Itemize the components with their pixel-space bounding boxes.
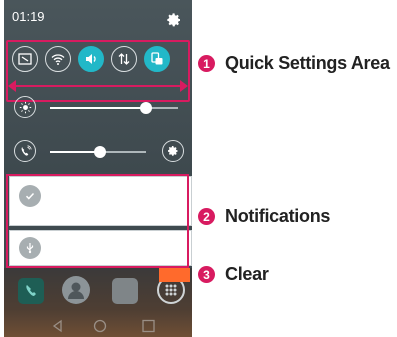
callout-quick-settings: 1 Quick Settings Area bbox=[198, 53, 390, 74]
messaging-app-icon[interactable] bbox=[112, 278, 138, 304]
volume-slider[interactable] bbox=[50, 146, 146, 158]
quick-settings-area bbox=[6, 40, 190, 102]
callout-number: 3 bbox=[198, 266, 215, 283]
handle-arrow-right-icon bbox=[180, 80, 188, 92]
screen-capture-tile[interactable] bbox=[12, 46, 38, 72]
sound-icon bbox=[86, 54, 96, 64]
panel-resize-handle[interactable] bbox=[12, 85, 184, 87]
callout-clear: 3 Clear bbox=[198, 264, 269, 285]
callout-label: Clear bbox=[225, 264, 269, 284]
sound-tile[interactable] bbox=[78, 46, 104, 72]
wifi-icon bbox=[51, 54, 65, 65]
notification-panel: 01:19 bbox=[4, 0, 192, 172]
status-time: 01:19 bbox=[12, 9, 45, 24]
recents-icon bbox=[142, 319, 155, 333]
callout-number: 2 bbox=[198, 208, 215, 225]
callout-label: Quick Settings Area bbox=[225, 53, 390, 73]
data-tile[interactable] bbox=[111, 46, 137, 72]
volume-thumb[interactable] bbox=[94, 146, 106, 158]
wifi-tile[interactable] bbox=[45, 46, 71, 72]
handle-arrow-left-icon bbox=[8, 80, 16, 92]
volume-settings-icon[interactable] bbox=[162, 140, 184, 162]
phone-app-icon[interactable] bbox=[18, 278, 44, 304]
contacts-app-icon[interactable] bbox=[62, 276, 90, 304]
brightness-slider-row bbox=[14, 96, 184, 120]
brightness-slider[interactable] bbox=[50, 102, 178, 114]
notification-item[interactable] bbox=[9, 176, 192, 226]
brightness-thumb[interactable] bbox=[140, 102, 152, 114]
callout-notifications: 2 Notifications bbox=[198, 206, 330, 227]
callout-number: 1 bbox=[198, 55, 215, 72]
check-icon bbox=[19, 185, 41, 207]
clear-button[interactable] bbox=[159, 268, 190, 282]
home-icon bbox=[93, 319, 107, 333]
rotation-icon bbox=[151, 52, 163, 65]
volume-slider-row bbox=[14, 140, 184, 164]
ringtone-volume-icon[interactable] bbox=[14, 140, 36, 162]
phone-screenshot: 01:19 bbox=[4, 0, 192, 337]
usb-icon bbox=[19, 237, 41, 259]
rotation-tile[interactable] bbox=[144, 46, 170, 72]
back-icon bbox=[52, 319, 62, 333]
notification-item[interactable] bbox=[9, 230, 192, 266]
brightness-icon bbox=[14, 96, 36, 118]
screen-capture-icon bbox=[18, 53, 32, 65]
navigation-bar bbox=[52, 319, 155, 333]
settings-gear-icon[interactable] bbox=[166, 12, 182, 28]
callout-label: Notifications bbox=[225, 206, 331, 226]
data-icon bbox=[118, 53, 130, 65]
quick-settings-tiles bbox=[12, 46, 170, 72]
